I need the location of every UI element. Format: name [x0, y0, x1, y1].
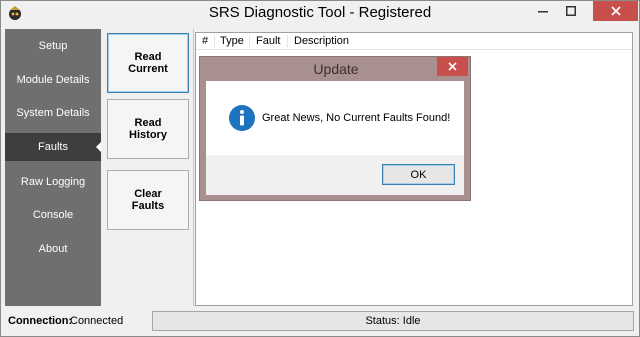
minimize-button[interactable]	[529, 1, 557, 21]
close-icon	[448, 62, 457, 71]
app-window: SRS Diagnostic Tool - Registered Setup M…	[0, 0, 640, 337]
read-current-button[interactable]: Read Current	[107, 33, 189, 93]
column-header-fault[interactable]: Fault	[256, 35, 280, 47]
ok-button[interactable]: OK	[382, 164, 455, 185]
dialog-close-button[interactable]	[437, 57, 468, 76]
minimize-icon	[538, 11, 548, 13]
connection-label: Connection:	[8, 315, 73, 327]
column-divider[interactable]	[214, 35, 215, 48]
sidebar-item-system-details[interactable]: System Details	[5, 99, 101, 127]
dialog-title: Update	[313, 61, 359, 77]
faults-action-panel: Read Current Read History Clear Faults	[102, 29, 194, 306]
dialog-body: Great News, No Current Faults Found!	[206, 81, 464, 155]
clear-faults-button[interactable]: Clear Faults	[107, 170, 189, 230]
status-text: Status: Idle	[152, 311, 634, 331]
faults-table-header: # Type Fault Description	[196, 33, 632, 50]
column-header-number[interactable]: #	[202, 35, 208, 47]
title-bar[interactable]: SRS Diagnostic Tool - Registered	[1, 1, 639, 25]
update-dialog: Update Great News, No Current Faults Fou…	[199, 56, 471, 201]
sidebar-item-console[interactable]: Console	[5, 201, 101, 229]
sidebar-item-about[interactable]: About	[5, 235, 101, 263]
column-header-type[interactable]: Type	[220, 35, 244, 47]
column-divider[interactable]	[287, 35, 288, 48]
read-history-button[interactable]: Read History	[107, 99, 189, 159]
maximize-button[interactable]	[557, 1, 585, 21]
dialog-footer: OK	[206, 155, 464, 195]
status-bar: Connection: Connected Status: Idle	[1, 309, 639, 336]
info-icon	[228, 104, 256, 132]
close-icon	[610, 6, 621, 16]
column-header-description[interactable]: Description	[294, 35, 349, 47]
connection-value: Connected	[70, 315, 124, 327]
maximize-icon	[566, 6, 576, 16]
sidebar-item-module-details[interactable]: Module Details	[5, 66, 101, 94]
sidebar-item-setup[interactable]: Setup	[5, 32, 101, 60]
active-indicator-arrow-icon	[96, 142, 101, 152]
sidebar-item-faults[interactable]: Faults	[5, 133, 101, 161]
sidebar-item-raw-logging[interactable]: Raw Logging	[5, 168, 101, 196]
close-button[interactable]	[593, 1, 638, 21]
sidebar-nav: Setup Module Details System Details Faul…	[5, 29, 101, 306]
dialog-message: Great News, No Current Faults Found!	[262, 112, 451, 124]
column-divider[interactable]	[249, 35, 250, 48]
